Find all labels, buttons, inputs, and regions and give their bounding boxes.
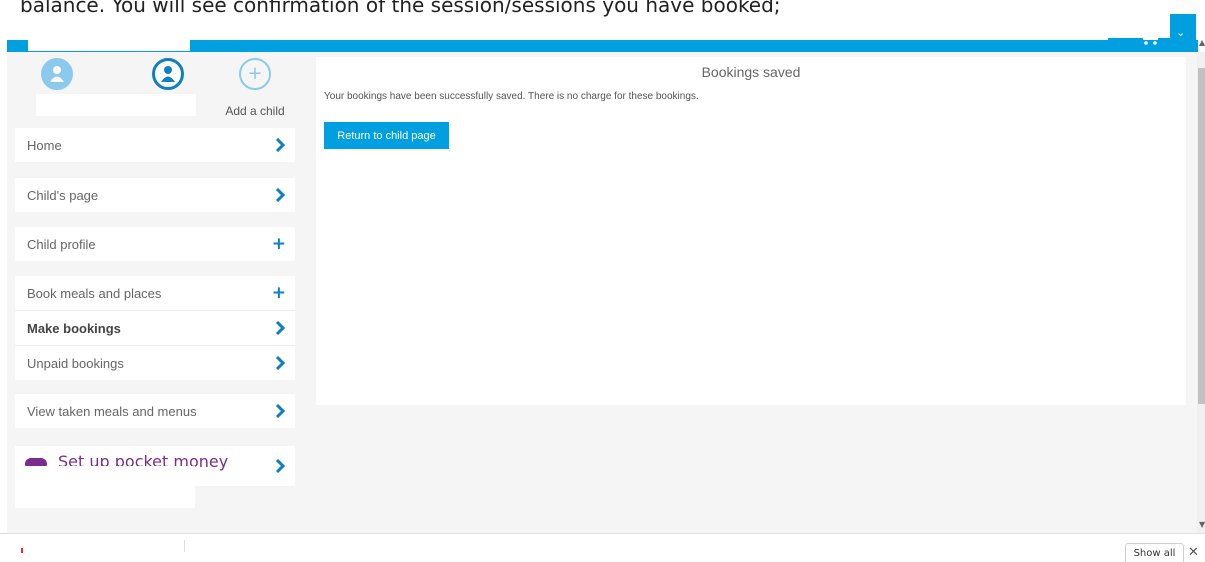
sidebar-item-label: Book meals and places (27, 285, 162, 301)
sidebar-item-label: Unpaid bookings (27, 355, 124, 371)
chevron-right-icon (275, 321, 285, 335)
sidebar-item-label: Child profile (27, 236, 96, 252)
sidebar-item-child-profile[interactable]: Child profile + (15, 227, 295, 261)
sidebar-item-home[interactable]: Home (15, 128, 295, 162)
main-content-panel: Bookings saved Your bookings have been s… (316, 57, 1186, 405)
child-avatar-1[interactable] (17, 58, 97, 90)
add-child-button[interactable]: + Add a child (215, 58, 295, 118)
confirmation-message: Your bookings have been successfully sav… (324, 91, 699, 102)
plus-circle-icon: + (239, 58, 271, 90)
chevron-right-icon (275, 459, 285, 473)
child-avatar-2[interactable] (128, 58, 208, 90)
chevron-right-icon (275, 188, 285, 202)
download-bar: Show all ✕ (0, 533, 1205, 562)
chevron-right-icon (275, 356, 285, 370)
sidebar-item-unpaid-bookings[interactable]: Unpaid bookings (15, 346, 295, 380)
top-nav-bar (7, 40, 1198, 52)
cart-button[interactable]: ⌄ (1108, 14, 1196, 52)
chevron-down-icon[interactable]: ⌄ (1176, 26, 1185, 39)
chevron-right-icon (275, 138, 285, 152)
user-icon (41, 58, 73, 90)
show-all-button[interactable]: Show all (1125, 543, 1184, 562)
user-icon (152, 58, 184, 90)
sidebar-item-book-meals[interactable]: Book meals and places + (15, 276, 295, 310)
return-to-child-page-button[interactable]: Return to child page (324, 122, 449, 149)
sidebar-item-label: View taken meals and menus (27, 403, 197, 419)
cart-icon (1137, 27, 1162, 45)
scroll-down-icon[interactable]: ▼ (1199, 520, 1205, 529)
divider (184, 540, 185, 552)
redacted-names (36, 94, 196, 116)
redacted-area (15, 466, 195, 508)
close-icon[interactable]: ✕ (1188, 545, 1199, 560)
page-title: Bookings saved (701, 64, 801, 80)
sidebar-item-label: Make bookings (27, 320, 121, 336)
scroll-up-icon[interactable]: ▲ (1199, 38, 1205, 47)
sidebar-item-view-taken-meals[interactable]: View taken meals and menus (15, 394, 295, 428)
add-child-label: Add a child (225, 104, 285, 118)
child-selector: + Add a child (15, 58, 295, 124)
sidebar-item-label: Home (27, 137, 62, 153)
download-item-icon (21, 548, 23, 553)
sidebar-item-childs-page[interactable]: Child's page (15, 178, 295, 212)
chevron-right-icon (275, 404, 285, 418)
plus-icon: + (271, 283, 286, 303)
document-caption: balance. You will see confirmation of th… (20, 0, 781, 17)
sidebar-item-make-bookings[interactable]: Make bookings (15, 311, 295, 345)
sidebar-item-label: Child's page (27, 187, 99, 203)
plus-icon: + (271, 234, 286, 254)
redacted-tab (28, 40, 190, 51)
scrollbar-thumb[interactable] (1198, 68, 1205, 404)
